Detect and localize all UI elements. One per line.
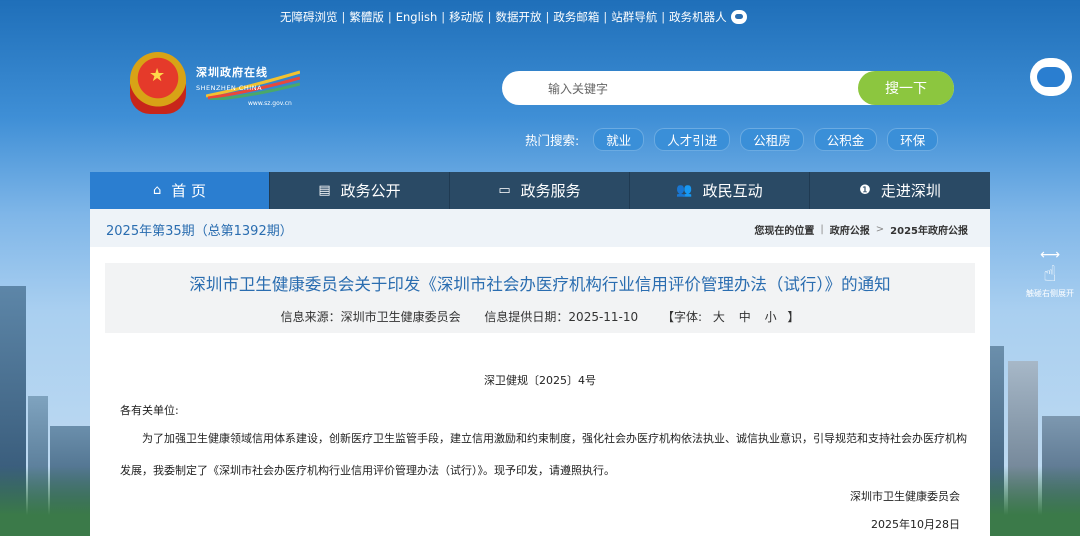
- site-logo[interactable]: 深圳政府在线 SHENZHEN CHINA www.sz.gov.cn: [196, 64, 300, 112]
- nav-gov-services[interactable]: ▭ 政务服务: [450, 172, 630, 209]
- hot-tag-employment[interactable]: 就业: [593, 128, 645, 151]
- issue-number: 2025年第35期（总第1392期）: [106, 224, 293, 239]
- title-box: 深圳市卫生健康委员会关于印发《深圳市社会办医疗机构行业信用评价管理办法（试行）》…: [105, 263, 975, 333]
- nav-label: 政务公开: [340, 182, 401, 200]
- robot-icon[interactable]: [730, 10, 747, 24]
- breadcrumb-prefix: 您现在的位置: [754, 226, 815, 237]
- breadcrumb-2025-gazette[interactable]: 2025年政府公报: [890, 222, 968, 237]
- news-icon: ▤: [318, 183, 331, 198]
- search-box: 搜一下: [502, 71, 954, 107]
- national-emblem-logo: [130, 52, 186, 114]
- breadcrumb: 您现在的位置 | 政府公报 > 2025年政府公报: [754, 222, 968, 237]
- font-size-small[interactable]: 小: [765, 310, 777, 324]
- issue-bar: 2025年第35期（总第1392期） 您现在的位置 | 政府公报 > 2025年…: [90, 209, 990, 247]
- double-arrow-icon: ⟷: [1039, 247, 1061, 263]
- hot-tag-public-rental[interactable]: 公租房: [740, 128, 804, 151]
- swipe-hint[interactable]: ⟷ ☝ 触碰右侧展开: [1022, 248, 1078, 299]
- info-date: 信息提供日期：2025-11-10: [484, 310, 639, 324]
- font-size-end: 】: [787, 310, 800, 324]
- nav-about-shenzhen[interactable]: ❶ 走进深圳: [810, 172, 990, 209]
- signature: 深圳市卫生健康委员会: [850, 490, 960, 503]
- nav-interaction[interactable]: 👥 政民互动: [630, 172, 810, 209]
- logo-url: www.sz.gov.cn: [248, 100, 292, 107]
- hand-pointer-icon: ☝: [1043, 262, 1057, 287]
- hot-search: 热门搜索: 就业 人才引进 公租房 公积金 环保: [525, 128, 948, 151]
- logo-en: SHENZHEN CHINA: [196, 84, 263, 92]
- font-size-label: 【字体:: [662, 310, 703, 324]
- body-paragraph: 为了加强卫生健康领域信用体系建设，创新医疗卫生监管手段，建立信用激励和约束制度，…: [120, 432, 967, 477]
- main-nav: ⌂ 首 页 ▤ 政务公开 ▭ 政务服务 👥 政民互动 ❶ 走进深圳: [90, 172, 990, 209]
- link-open-data[interactable]: 数据开放: [496, 9, 542, 25]
- hot-search-label: 热门搜索:: [525, 133, 580, 148]
- link-gov-robot[interactable]: 政务机器人: [669, 9, 727, 25]
- link-mobile[interactable]: 移动版: [449, 9, 484, 25]
- users-icon: 👥: [676, 183, 693, 198]
- link-accessibility[interactable]: 无障碍浏览: [280, 9, 338, 25]
- search-input[interactable]: [522, 71, 870, 107]
- document-title: 深圳市卫生健康委员会关于印发《深圳市社会办医疗机构行业信用评价管理办法（试行）》…: [189, 275, 891, 294]
- swipe-hint-text: 触碰右侧展开: [1026, 289, 1074, 298]
- info-source: 信息来源：深圳市卫生健康委员会: [280, 310, 461, 324]
- salutation: 各有关单位:: [120, 404, 179, 417]
- link-english[interactable]: English: [396, 10, 438, 24]
- home-icon: ⌂: [152, 183, 162, 198]
- link-gov-mail[interactable]: 政务邮箱: [553, 9, 599, 25]
- nav-home[interactable]: ⌂ 首 页: [90, 172, 270, 209]
- signed-date: 2025年10月28日: [871, 518, 960, 531]
- link-traditional[interactable]: 繁體版: [349, 9, 384, 25]
- document-number: 深卫健规〔2025〕4号: [484, 374, 596, 387]
- logo-title: 深圳政府在线: [196, 66, 268, 79]
- hot-tag-talent[interactable]: 人才引进: [654, 128, 731, 151]
- monitor-icon: ▭: [498, 183, 511, 198]
- assistant-robot-icon[interactable]: [1030, 58, 1072, 96]
- font-size-medium[interactable]: 中: [739, 310, 751, 324]
- nav-label: 走进深圳: [880, 182, 941, 200]
- hot-tag-environment[interactable]: 环保: [887, 128, 939, 151]
- document-meta: 信息来源：深圳市卫生健康委员会 信息提供日期：2025-11-10 【字体: 大…: [105, 308, 975, 325]
- nav-label: 政民互动: [702, 182, 763, 200]
- breadcrumb-gov-gazette[interactable]: 政府公报: [830, 222, 870, 237]
- content-panel: 2025年第35期（总第1392期） 您现在的位置 | 政府公报 > 2025年…: [90, 209, 990, 536]
- link-site-nav[interactable]: 站群导航: [611, 9, 657, 25]
- nav-label: 政务服务: [520, 182, 581, 200]
- nav-label: 首 页: [171, 182, 207, 200]
- info-icon: ❶: [859, 183, 871, 198]
- top-links-bar: 无障碍浏览 | 繁體版 | English | 移动版 | 数据开放 | 政务邮箱 | 站群…: [280, 0, 747, 34]
- font-size-large[interactable]: 大: [713, 310, 725, 324]
- nav-gov-affairs[interactable]: ▤ 政务公开: [270, 172, 450, 209]
- search-button[interactable]: 搜一下: [858, 71, 954, 105]
- hot-tag-housing-fund[interactable]: 公积金: [813, 128, 878, 151]
